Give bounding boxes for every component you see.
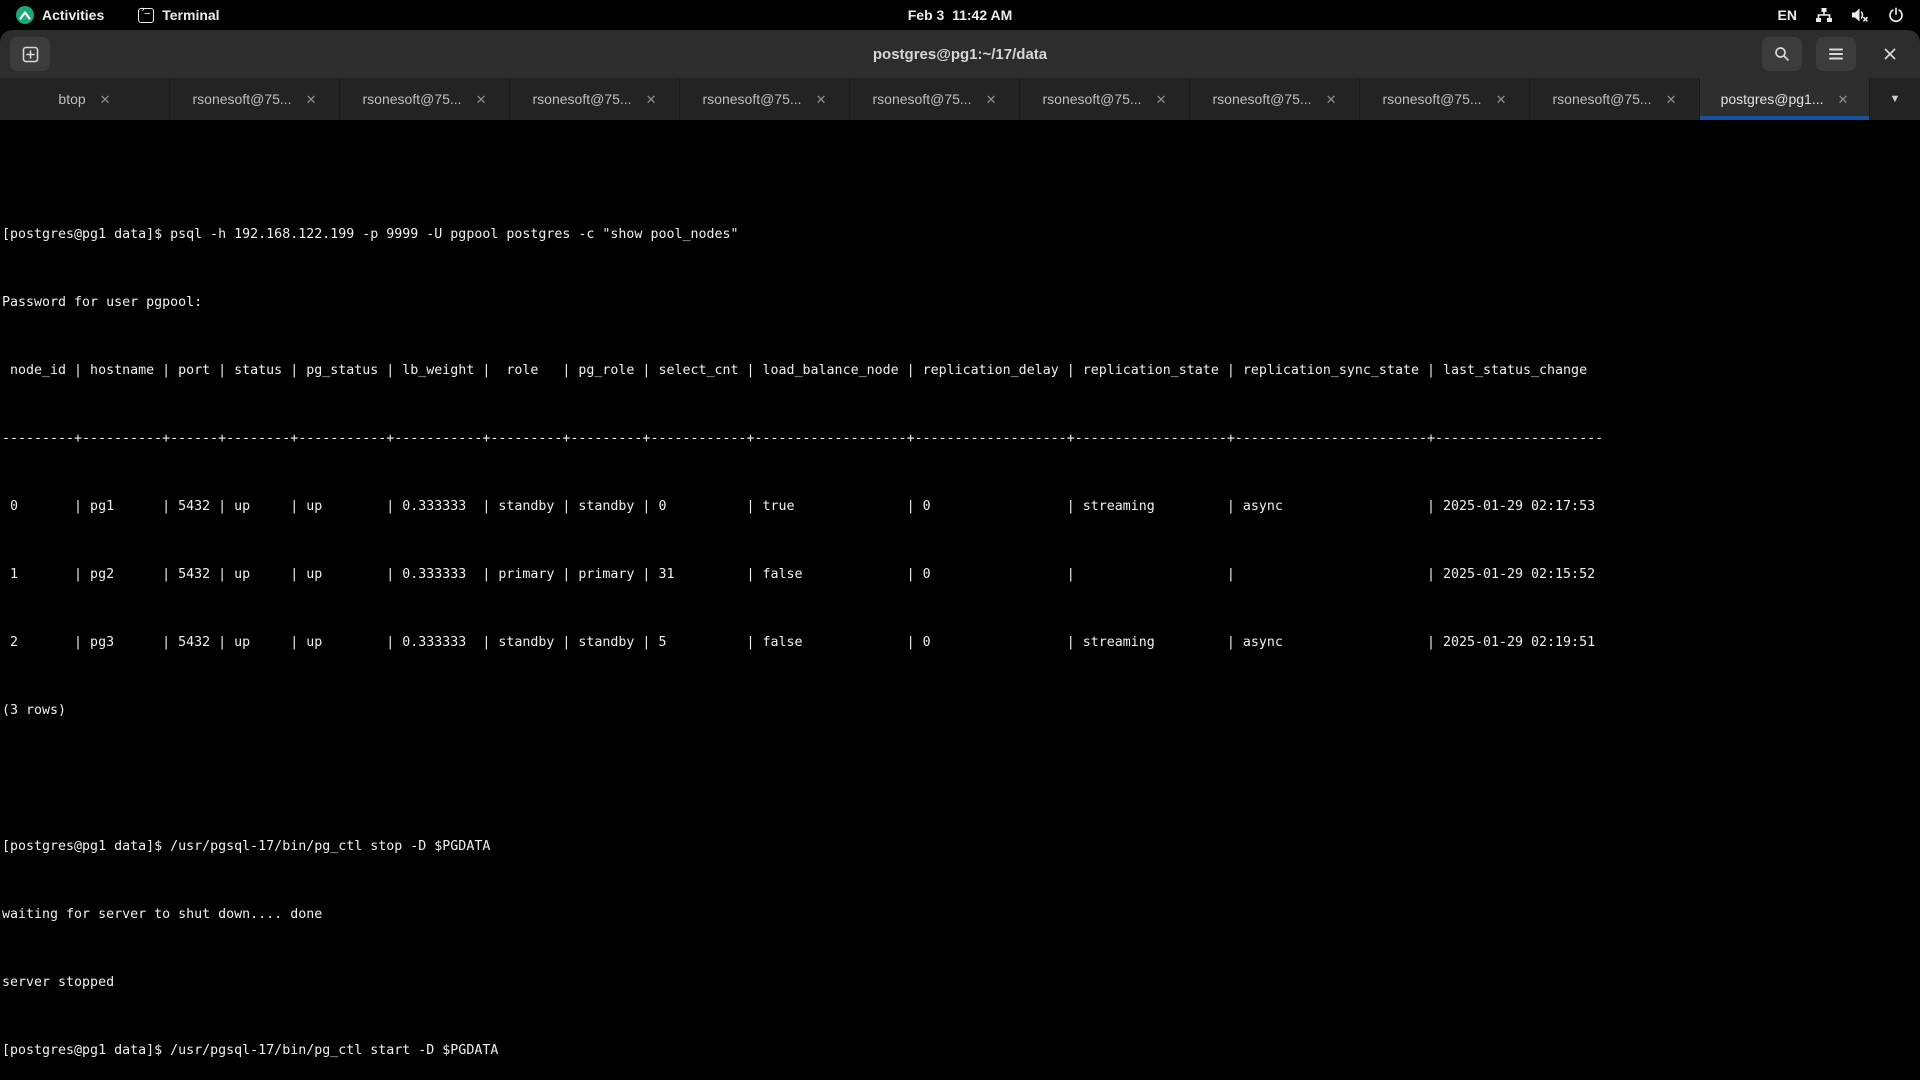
tab-close-icon[interactable]: ✕ xyxy=(1326,93,1337,106)
terminal-tab[interactable]: rsonesoft@75... ✕ xyxy=(1020,78,1190,120)
distro-logo-icon xyxy=(16,6,34,24)
terminal-tab[interactable]: postgres@pg1... ✕ xyxy=(1700,78,1870,120)
tab-label: rsonesoft@75... xyxy=(703,91,802,107)
terminal-tab[interactable]: rsonesoft@75... ✕ xyxy=(1360,78,1530,120)
chevron-down-icon: ▼ xyxy=(1890,93,1901,105)
tab-strip: btop ✕ rsonesoft@75... ✕ rsonesoft@75...… xyxy=(0,78,1870,120)
tab-label: rsonesoft@75... xyxy=(1213,91,1312,107)
terminal-line: [postgres@pg1 data]$ /usr/pgsql-17/bin/p… xyxy=(2,838,1918,855)
hamburger-menu-icon xyxy=(1828,47,1844,61)
tab-close-icon[interactable]: ✕ xyxy=(100,93,111,106)
tab-close-icon[interactable]: ✕ xyxy=(1666,93,1677,106)
terminal-line: node_id | hostname | port | status | pg_… xyxy=(2,362,1918,379)
gnome-top-bar: Activities Terminal Feb 3 11:42 AM EN xyxy=(0,0,1920,30)
focused-app-name: Terminal xyxy=(162,7,219,23)
terminal-tab[interactable]: rsonesoft@75... ✕ xyxy=(510,78,680,120)
terminal-line: (3 rows) xyxy=(2,702,1918,719)
window-titlebar[interactable]: postgres@pg1:~/17/data xyxy=(0,30,1920,78)
tab-close-icon[interactable]: ✕ xyxy=(1496,93,1507,106)
tab-label: rsonesoft@75... xyxy=(1043,91,1142,107)
tab-close-icon[interactable]: ✕ xyxy=(1838,93,1849,106)
tab-close-icon[interactable]: ✕ xyxy=(1156,93,1167,106)
tab-bar: btop ✕ rsonesoft@75... ✕ rsonesoft@75...… xyxy=(0,78,1920,120)
terminal-app-icon xyxy=(138,8,154,23)
terminal-tab[interactable]: rsonesoft@75... ✕ xyxy=(1530,78,1700,120)
terminal-line: ---------+----------+------+--------+---… xyxy=(2,430,1918,447)
search-icon xyxy=(1774,46,1790,62)
focused-app-indicator[interactable]: Terminal xyxy=(138,7,219,23)
search-button[interactable] xyxy=(1762,37,1802,71)
terminal-line: [postgres@pg1 data]$ /usr/pgsql-17/bin/p… xyxy=(2,1042,1918,1059)
terminal-content[interactable]: [postgres@pg1 data]$ psql -h 192.168.122… xyxy=(0,120,1920,1080)
tab-close-icon[interactable]: ✕ xyxy=(306,93,317,106)
terminal-tab[interactable]: rsonesoft@75... ✕ xyxy=(680,78,850,120)
terminal-window: postgres@pg1:~/17/data xyxy=(0,30,1920,1080)
tab-label: rsonesoft@75... xyxy=(193,91,292,107)
tab-label: rsonesoft@75... xyxy=(1383,91,1482,107)
terminal-tab[interactable]: rsonesoft@75... ✕ xyxy=(170,78,340,120)
activities-button[interactable]: Activities xyxy=(16,6,104,24)
terminal-scrollback: [postgres@pg1 data]$ psql -h 192.168.122… xyxy=(2,158,1918,1080)
tab-close-icon[interactable]: ✕ xyxy=(816,93,827,106)
close-window-button[interactable] xyxy=(1870,37,1910,71)
volume-muted-icon[interactable] xyxy=(1851,7,1870,23)
tab-label: rsonesoft@75... xyxy=(363,91,462,107)
new-tab-button[interactable] xyxy=(10,37,50,71)
menu-button[interactable] xyxy=(1816,37,1856,71)
close-icon xyxy=(1883,47,1897,61)
terminal-line xyxy=(2,770,1918,787)
power-icon[interactable] xyxy=(1888,7,1904,23)
tab-close-icon[interactable]: ✕ xyxy=(986,93,997,106)
terminal-tab[interactable]: btop ✕ xyxy=(0,78,170,120)
terminal-line: Password for user pgpool: xyxy=(2,294,1918,311)
terminal-line: waiting for server to shut down.... done xyxy=(2,906,1918,923)
clock[interactable]: Feb 3 11:42 AM xyxy=(908,7,1013,23)
activities-label: Activities xyxy=(42,7,104,23)
terminal-line: server stopped xyxy=(2,974,1918,991)
tab-label: rsonesoft@75... xyxy=(1553,91,1652,107)
tab-label: rsonesoft@75... xyxy=(533,91,632,107)
tab-label: postgres@pg1... xyxy=(1721,91,1824,107)
tab-close-icon[interactable]: ✕ xyxy=(646,93,657,106)
terminal-line: 2 | pg3 | 5432 | up | up | 0.333333 | st… xyxy=(2,634,1918,651)
tab-label: btop xyxy=(58,91,85,107)
terminal-tab[interactable]: rsonesoft@75... ✕ xyxy=(1190,78,1360,120)
window-title: postgres@pg1:~/17/data xyxy=(873,46,1047,63)
terminal-line: [postgres@pg1 data]$ psql -h 192.168.122… xyxy=(2,226,1918,243)
tab-close-icon[interactable]: ✕ xyxy=(476,93,487,106)
tab-label: rsonesoft@75... xyxy=(873,91,972,107)
keyboard-layout-indicator[interactable]: EN xyxy=(1778,7,1797,23)
tab-overflow-button[interactable]: ▼ xyxy=(1870,78,1920,120)
terminal-tab[interactable]: rsonesoft@75... ✕ xyxy=(850,78,1020,120)
wired-network-icon[interactable] xyxy=(1815,7,1833,23)
terminal-tab[interactable]: rsonesoft@75... ✕ xyxy=(340,78,510,120)
terminal-line: 1 | pg2 | 5432 | up | up | 0.333333 | pr… xyxy=(2,566,1918,583)
terminal-line: 0 | pg1 | 5432 | up | up | 0.333333 | st… xyxy=(2,498,1918,515)
